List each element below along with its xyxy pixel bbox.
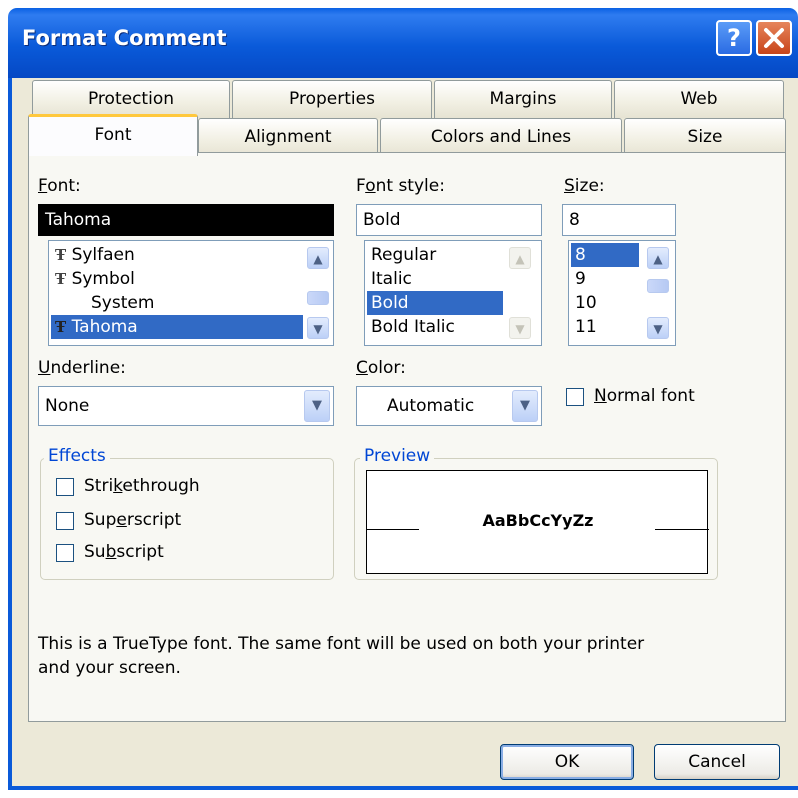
font-list-item[interactable]: Ŧ Sylfaen — [51, 243, 303, 267]
preview-box: AaBbCcYyZz — [366, 470, 709, 574]
truetype-info-line2: and your screen. — [38, 658, 181, 678]
font-list[interactable]: Ŧ Sylfaen Ŧ Symbol System Ŧ Tahoma ▲ ▼ — [48, 240, 334, 346]
size-list[interactable]: 8 9 10 11 ▲ ▼ — [568, 240, 676, 346]
truetype-info-line1: This is a TrueType font. The same font w… — [38, 634, 645, 654]
size-item[interactable]: 9 — [571, 267, 639, 291]
scroll-up-icon: ▲ — [509, 247, 531, 269]
font-style-list[interactable]: Regular Italic Bold Bold Italic ▲ ▼ — [364, 240, 542, 346]
tab-margins[interactable]: Margins — [434, 80, 612, 118]
font-list-item[interactable]: System — [51, 291, 303, 315]
tab-properties[interactable]: Properties — [232, 80, 432, 118]
size-input[interactable]: 8 — [562, 204, 676, 236]
dialog-title: Format Comment — [22, 26, 227, 50]
subscript-label: Subscript — [84, 542, 164, 562]
scrollbar-thumb[interactable] — [647, 279, 669, 293]
underline-label: Underline: — [38, 358, 126, 378]
font-style-item-selected[interactable]: Bold — [367, 291, 503, 315]
font-label: Font: — [38, 176, 81, 196]
chevron-down-icon[interactable]: ▼ — [512, 390, 538, 422]
preview-legend: Preview — [360, 446, 435, 466]
size-item-selected[interactable]: 8 — [571, 243, 639, 267]
scroll-down-icon[interactable]: ▼ — [307, 317, 329, 339]
tab-protection[interactable]: Protection — [32, 80, 230, 118]
size-label: Size: — [564, 176, 605, 196]
font-style-item[interactable]: Bold Italic — [367, 315, 503, 339]
effects-legend: Effects — [44, 446, 110, 466]
size-item[interactable]: 11 — [571, 315, 639, 339]
subscript-checkbox[interactable] — [56, 544, 74, 562]
tab-size[interactable]: Size — [624, 118, 786, 156]
color-label: Color: — [356, 358, 406, 378]
tab-font[interactable]: Font — [28, 114, 198, 156]
superscript-checkbox[interactable] — [56, 512, 74, 530]
cancel-button[interactable]: Cancel — [654, 744, 780, 780]
tab-web[interactable]: Web — [614, 80, 784, 118]
font-style-label: Font style: — [356, 176, 445, 196]
preview-sample: AaBbCcYyZz — [482, 511, 594, 530]
normal-font-label: Normal font — [594, 386, 695, 406]
format-comment-dialog: Format Comment ? Protection Properties M… — [0, 0, 798, 798]
font-style-item[interactable]: Italic — [367, 267, 503, 291]
superscript-label: Superscript — [84, 510, 182, 530]
truetype-icon: Ŧ — [55, 246, 67, 264]
font-style-item[interactable]: Regular — [367, 243, 503, 267]
scroll-up-icon[interactable]: ▲ — [647, 247, 669, 269]
close-icon — [764, 28, 784, 48]
scrollbar-thumb[interactable] — [307, 291, 329, 305]
size-item[interactable]: 10 — [571, 291, 639, 315]
font-input[interactable]: Tahoma — [38, 204, 334, 236]
font-style-input[interactable]: Bold — [356, 204, 542, 236]
ok-button[interactable]: OK — [500, 744, 634, 780]
tab-colors-and-lines[interactable]: Colors and Lines — [380, 118, 622, 156]
truetype-icon: Ŧ — [55, 270, 67, 288]
normal-font-checkbox[interactable] — [566, 388, 584, 406]
strikethrough-checkbox[interactable] — [56, 478, 74, 496]
scroll-down-icon[interactable]: ▼ — [647, 317, 669, 339]
font-list-item-selected[interactable]: Ŧ Tahoma — [51, 315, 303, 339]
close-button[interactable] — [756, 20, 792, 56]
chevron-down-icon[interactable]: ▼ — [304, 390, 330, 422]
truetype-icon: Ŧ — [55, 318, 67, 336]
font-list-item[interactable]: Ŧ Symbol — [51, 267, 303, 291]
underline-select[interactable]: None — [38, 386, 334, 426]
scroll-up-icon[interactable]: ▲ — [307, 247, 329, 269]
help-button[interactable]: ? — [716, 20, 752, 56]
strikethrough-label: Strikethrough — [84, 476, 200, 496]
tab-alignment[interactable]: Alignment — [198, 118, 378, 156]
scroll-down-icon: ▼ — [509, 317, 531, 339]
